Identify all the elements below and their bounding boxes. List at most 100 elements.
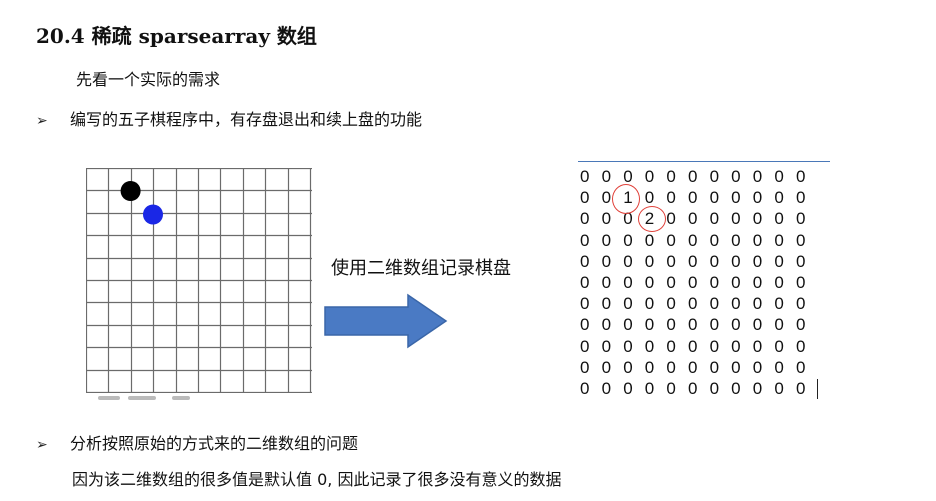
matrix-cell: 0	[666, 272, 676, 292]
matrix-cell: 0	[666, 209, 676, 229]
matrix-cell: 0	[795, 336, 806, 356]
matrix-cell: 0	[774, 230, 784, 250]
matrix-cell: 0	[580, 336, 590, 356]
matrix-cell: 0	[580, 272, 590, 292]
blue-piece	[143, 204, 163, 225]
bullet-arrow-icon: ➢	[36, 437, 48, 453]
highlight-circle-2	[638, 206, 666, 232]
matrix-cell: 0	[752, 378, 763, 398]
bullet-arrow-icon: ➢	[36, 113, 48, 129]
matrix-row: 00000000000	[580, 230, 818, 251]
matrix-cell: 0	[644, 188, 655, 208]
section-title: 20.4 稀疏 sparsearray 数组	[36, 24, 317, 48]
matrix-cell: 0	[709, 167, 720, 186]
matrix-cell: 0	[795, 230, 806, 250]
matrix-cell: 0	[731, 209, 741, 229]
matrix-top-rule	[578, 161, 830, 162]
matrix-cell: 0	[795, 294, 806, 314]
black-piece	[120, 181, 141, 201]
matrix-cell: 0	[623, 315, 633, 335]
matrix-row: 00000000000	[580, 166, 818, 187]
matrix-cell: 0	[709, 315, 720, 335]
matrix-cell: 0	[731, 315, 741, 335]
matrix-cell: 0	[709, 294, 720, 314]
matrix-row: 00000000000	[580, 314, 818, 335]
matrix-cell: 0	[687, 294, 698, 314]
matrix-cell: 0	[644, 167, 655, 186]
matrix-cell: 0	[580, 294, 590, 314]
matrix-cell: 0	[774, 336, 784, 356]
matrix-cell: 0	[795, 251, 806, 271]
matrix-cell: 0	[601, 251, 612, 271]
matrix-cell: 0	[623, 294, 633, 314]
matrix-row: 00000000000	[580, 272, 818, 293]
matrix-cell: 0	[580, 357, 590, 377]
matrix-cell: 0	[709, 272, 720, 292]
matrix-cell: 0	[687, 167, 698, 186]
matrix-cell: 0	[580, 251, 590, 271]
matrix-cell: 0	[580, 167, 590, 186]
matrix-cell: 0	[644, 378, 655, 398]
matrix-cell: 0	[623, 272, 633, 292]
matrix-cell: 0	[580, 378, 590, 398]
matrix-row: 00000000000	[580, 251, 818, 272]
matrix-cell: 0	[709, 357, 720, 377]
matrix-cell: 0	[774, 294, 784, 314]
matrix-cell: 0	[795, 315, 806, 335]
matrix-cell: 0	[601, 315, 612, 335]
matrix-cell: 0	[623, 378, 633, 398]
matrix-cell: 0	[687, 378, 698, 398]
problem-note: 因为该二维数组的很多值是默认值 0, 因此记录了很多没有意义的数据	[72, 470, 562, 489]
matrix-row: 00000000000	[580, 293, 818, 314]
matrix-cell: 0	[752, 251, 763, 271]
matrix-cell: 0	[687, 251, 698, 271]
matrix-cell: 0	[666, 336, 676, 356]
matrix-cell: 0	[623, 336, 633, 356]
matrix-cell: 0	[731, 230, 741, 250]
text-cursor	[817, 379, 818, 399]
matrix-cell: 0	[752, 357, 763, 377]
matrix-cell: 0	[795, 272, 806, 292]
matrix-cell: 0	[709, 251, 720, 271]
matrix-cell: 0	[601, 272, 612, 292]
matrix-cell: 0	[731, 336, 741, 356]
gomoku-board	[86, 168, 312, 393]
matrix-cell: 0	[752, 209, 763, 229]
matrix-cell: 0	[687, 209, 698, 229]
matrix-cell: 0	[774, 378, 784, 398]
matrix-cell: 0	[709, 209, 720, 229]
matrix-cell: 0	[687, 272, 698, 292]
matrix-cell: 0	[795, 209, 806, 229]
matrix-cell: 0	[752, 315, 763, 335]
matrix-cell: 0	[774, 272, 784, 292]
matrix-cell: 0	[795, 188, 806, 208]
matrix-cell: 0	[666, 357, 676, 377]
bullet-item-analysis: ➢ 分析按照原始的方式来的二维数组的问题	[36, 430, 358, 454]
matrix-cell: 0	[687, 188, 698, 208]
bullet-text: 编写的五子棋程序中，有存盘退出和续上盘的功能	[70, 110, 423, 129]
matrix-cell: 0	[601, 294, 612, 314]
matrix-cell: 0	[666, 378, 676, 398]
matrix-row: 00000000000	[580, 357, 818, 378]
matrix-cell: 0	[580, 209, 590, 229]
matrix-cell: 0	[709, 336, 720, 356]
matrix-cell: 0	[731, 167, 741, 186]
matrix-row: 00020000000	[580, 208, 818, 229]
matrix-cell: 0	[731, 251, 741, 271]
matrix-cell: 0	[601, 378, 612, 398]
matrix-cell: 0	[644, 272, 655, 292]
matrix-cell: 0	[687, 357, 698, 377]
board-cut-off-edge	[84, 393, 324, 407]
matrix-cell: 0	[752, 336, 763, 356]
matrix-cell: 0	[666, 315, 676, 335]
matrix-cell: 0	[623, 230, 633, 250]
matrix-cell: 0	[644, 251, 655, 271]
matrix-cell: 0	[687, 230, 698, 250]
matrix-cell: 0	[601, 167, 612, 186]
matrix-cell: 0	[687, 315, 698, 335]
matrix-cell: 0	[709, 230, 720, 250]
matrix-cell: 0	[774, 251, 784, 271]
matrix-cell: 0	[623, 251, 633, 271]
matrix-cell: 0	[731, 188, 741, 208]
matrix-cell: 0	[709, 188, 720, 208]
